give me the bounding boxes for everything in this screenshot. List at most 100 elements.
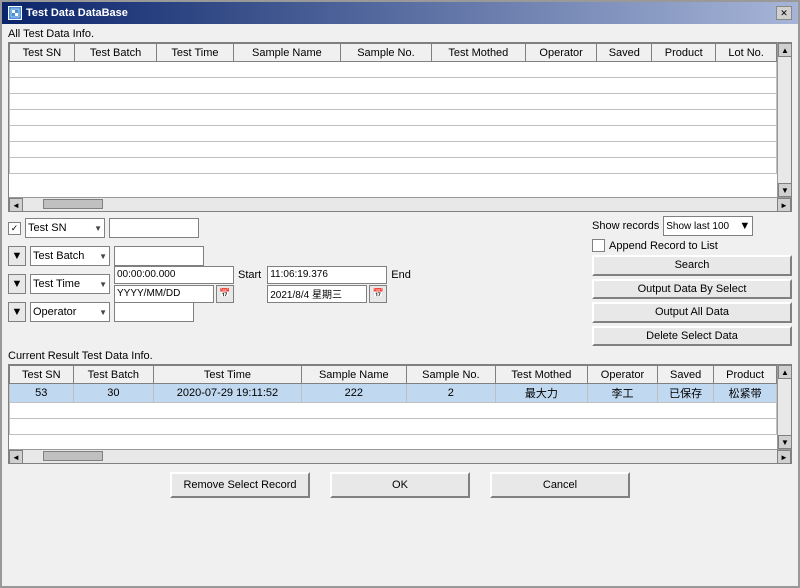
filter-field-4-arrow: ▼	[99, 308, 107, 317]
content-area: All Test Data Info. Test SN Test Batch T…	[2, 24, 798, 586]
filter-field-2-value: Test Batch	[33, 250, 84, 262]
filter-field-2-select[interactable]: Test Batch ▼	[30, 246, 110, 266]
close-button[interactable]: ✕	[776, 6, 792, 20]
all-test-data-label: All Test Data Info.	[8, 28, 792, 40]
datetime-start-row1: 00:00:00.000 Start	[114, 266, 263, 284]
vscroll-track[interactable]	[778, 57, 791, 183]
col-sample-no: Sample No.	[341, 44, 432, 62]
vscroll-up[interactable]: ▲	[778, 43, 791, 57]
cr-hscroll-thumb	[43, 451, 103, 461]
middle-section: ✓ Test SN ▼ ▼ Test Batch ▼	[8, 216, 792, 346]
current-result-body: 53 30 2020-07-29 19:11:52 222 2 最大力 李工 已…	[10, 384, 777, 435]
datetime-start-group: 00:00:00.000 Start YYYY/MM/DD 📅	[114, 266, 263, 303]
hscroll-left[interactable]: ◄	[9, 198, 23, 212]
cr-col-operator: Operator	[587, 366, 657, 384]
cancel-button[interactable]: Cancel	[490, 472, 630, 498]
all-test-data-scroll: Test SN Test Batch Test Time Sample Name…	[9, 43, 777, 197]
cr-vscroll-down[interactable]: ▼	[778, 435, 791, 449]
filter-field-1-value: Test SN	[28, 222, 67, 234]
current-result-section: Current Result Test Data Info. Test SN T…	[8, 350, 792, 464]
append-checkbox[interactable]	[592, 239, 605, 252]
cell-saved: 已保存	[658, 384, 714, 403]
cell-sample-no: 2	[406, 384, 495, 403]
filter-field-1-input[interactable]	[109, 218, 199, 238]
all-test-data-hscroll[interactable]: ◄ ►	[9, 197, 791, 211]
current-result-hscroll[interactable]: ◄ ►	[9, 449, 791, 463]
current-result-vscroll[interactable]: ▲ ▼	[777, 365, 791, 449]
datetime-start-time[interactable]: 00:00:00.000	[114, 266, 234, 284]
show-records-arrow: ▼	[739, 220, 750, 232]
all-test-data-body	[10, 62, 777, 174]
cr-col-product: Product	[714, 366, 777, 384]
vscroll-down[interactable]: ▼	[778, 183, 791, 197]
cr-vscroll-up[interactable]: ▲	[778, 365, 791, 379]
cell-product: 松紧带	[714, 384, 777, 403]
show-records-row: Show records Show last 100 ▼	[592, 216, 792, 236]
right-controls: Show records Show last 100 ▼ Append Reco…	[592, 216, 792, 346]
filter-row-2-dropdown[interactable]: ▼	[8, 246, 26, 266]
filter-field-3-value: Test Time	[33, 278, 80, 290]
filter-field-1-select[interactable]: Test SN ▼	[25, 218, 105, 238]
col-test-time: Test Time	[157, 44, 234, 62]
cr-hscroll-track[interactable]	[23, 450, 777, 463]
append-record-label: Append Record to List	[609, 240, 718, 252]
cr-hscroll-right[interactable]: ►	[777, 450, 791, 464]
all-test-data-table-container: Test SN Test Batch Test Time Sample Name…	[8, 42, 792, 212]
output-select-button[interactable]: Output Data By Select	[592, 279, 792, 300]
filter-field-3-select[interactable]: Test Time ▼	[30, 274, 110, 294]
cr-col-saved: Saved	[658, 366, 714, 384]
filter-field-2-input[interactable]	[114, 246, 204, 266]
current-result-header-row: Test SN Test Batch Test Time Sample Name…	[10, 366, 777, 384]
cr-hscroll-left[interactable]: ◄	[9, 450, 23, 464]
filter-row-4: ▼ Operator ▼	[8, 300, 586, 324]
col-lot-no: Lot No.	[716, 44, 777, 62]
main-window: Test Data DataBase ✕ All Test Data Info.…	[0, 0, 800, 588]
title-bar-left: Test Data DataBase	[8, 6, 128, 20]
show-records-label: Show records	[592, 220, 659, 232]
col-test-batch: Test Batch	[74, 44, 156, 62]
delete-select-button[interactable]: Delete Select Data	[592, 326, 792, 347]
datetime-end-row1: 11:06:19.376 End	[267, 266, 413, 284]
current-result-scroll: Test SN Test Batch Test Time Sample Name…	[9, 365, 777, 449]
append-row: Append Record to List	[592, 239, 792, 252]
ok-button[interactable]: OK	[330, 472, 470, 498]
filter-field-1-arrow: ▼	[94, 224, 102, 233]
window-icon	[8, 6, 22, 20]
hscroll-right[interactable]: ►	[777, 198, 791, 212]
cr-vscroll-track[interactable]	[778, 379, 791, 435]
table-row[interactable]: 53 30 2020-07-29 19:11:52 222 2 最大力 李工 已…	[10, 384, 777, 403]
filter-area: ✓ Test SN ▼ ▼ Test Batch ▼	[8, 216, 586, 346]
hscroll-track[interactable]	[23, 198, 777, 211]
datetime-end-group: 11:06:19.376 End 2021/8/4 星期三 📅	[267, 266, 413, 303]
end-label: End	[391, 269, 411, 281]
cell-test-time: 2020-07-29 19:11:52	[154, 384, 302, 403]
cr-col-test-time: Test Time	[154, 366, 302, 384]
filter-field-3-arrow: ▼	[99, 280, 107, 289]
output-all-button[interactable]: Output All Data	[592, 302, 792, 323]
filter-row-2: ▼ Test Batch ▼	[8, 244, 586, 268]
filter-checkbox-1[interactable]: ✓	[8, 222, 21, 235]
filter-field-4-input[interactable]	[114, 302, 194, 322]
bottom-buttons: Remove Select Record OK Cancel	[8, 468, 792, 502]
all-test-data-vscroll[interactable]: ▲ ▼	[777, 43, 791, 197]
filter-row-3: ▼ Test Time ▼ 00:00:00.000 Start YYYY/MM…	[8, 272, 586, 296]
col-product: Product	[652, 44, 716, 62]
show-records-value: Show last 100	[666, 221, 729, 232]
filter-row-3-dropdown[interactable]: ▼	[8, 274, 26, 294]
show-records-select[interactable]: Show last 100 ▼	[663, 216, 753, 236]
window-title: Test Data DataBase	[26, 7, 128, 19]
datetime-end-time[interactable]: 11:06:19.376	[267, 266, 387, 284]
filter-field-4-select[interactable]: Operator ▼	[30, 302, 110, 322]
all-test-data-inner: Test SN Test Batch Test Time Sample Name…	[9, 43, 791, 197]
cr-col-sample-name: Sample Name	[301, 366, 406, 384]
remove-select-record-button[interactable]: Remove Select Record	[170, 472, 310, 498]
search-button[interactable]: Search	[592, 255, 792, 276]
filter-row-4-dropdown[interactable]: ▼	[8, 302, 26, 322]
col-operator: Operator	[525, 44, 597, 62]
title-bar: Test Data DataBase ✕	[2, 2, 798, 24]
hscroll-thumb	[43, 199, 103, 209]
cell-sample-name: 222	[301, 384, 406, 403]
all-test-data-section: All Test Data Info. Test SN Test Batch T…	[8, 28, 792, 212]
all-test-data-table: Test SN Test Batch Test Time Sample Name…	[9, 43, 777, 174]
cell-test-mothed: 最大力	[495, 384, 587, 403]
